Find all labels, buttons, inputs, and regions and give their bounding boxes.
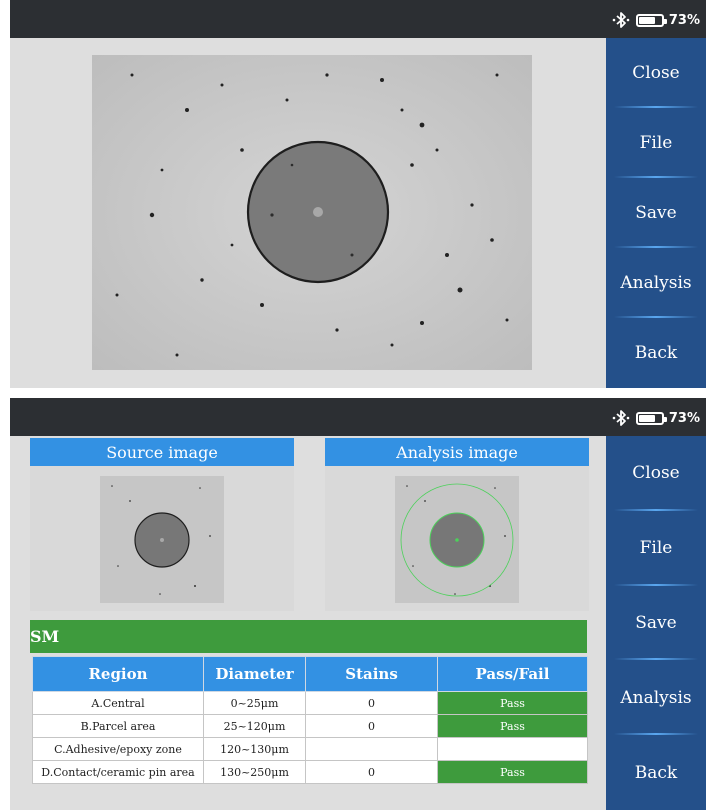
status-indicators: 73% xyxy=(611,408,700,428)
sidebar-menu: Close File Save Analysis Back xyxy=(606,436,706,810)
fiber-type-label: SM xyxy=(30,627,60,646)
fiber-view-screen: 73% Close File Save Analysis Back xyxy=(10,0,706,388)
analysis-button[interactable]: Analysis xyxy=(606,660,706,735)
column-header-stains: Stains xyxy=(305,656,438,692)
region-cell: B.Parcel area xyxy=(32,714,204,738)
source-image-panel xyxy=(30,466,294,611)
fiber-type-bar: SM xyxy=(30,620,587,653)
source-image xyxy=(100,476,224,603)
diameter-cell: 120~130μm xyxy=(203,737,306,761)
close-button[interactable]: Close xyxy=(606,436,706,511)
diameter-cell: 0~25μm xyxy=(203,691,306,715)
table-row: D.Contact/ceramic pin area 130~250μm 0 P… xyxy=(32,760,588,784)
stains-cell xyxy=(305,737,438,761)
save-button[interactable]: Save xyxy=(606,586,706,661)
bluetooth-icon xyxy=(612,12,630,28)
analysis-image-panel xyxy=(325,466,589,611)
result-cell: Pass xyxy=(437,691,588,715)
battery-percent: 73% xyxy=(668,12,700,28)
table-row: A.Central 0~25μm 0 Pass xyxy=(32,691,588,715)
status-bar: 73% xyxy=(10,398,706,436)
close-button[interactable]: Close xyxy=(606,38,706,108)
table-row: C.Adhesive/epoxy zone 120~130μm xyxy=(32,737,588,761)
diameter-cell: 130~250μm xyxy=(203,760,306,784)
table-row: B.Parcel area 25~120μm 0 Pass xyxy=(32,714,588,738)
region-cell: D.Contact/ceramic pin area xyxy=(32,760,204,784)
back-button[interactable]: Back xyxy=(606,735,706,810)
region-cell: C.Adhesive/epoxy zone xyxy=(32,737,204,761)
diameter-cell: 25~120μm xyxy=(203,714,306,738)
status-indicators: 73% xyxy=(611,10,700,30)
result-cell xyxy=(437,737,588,761)
source-image-header: Source image xyxy=(30,438,294,466)
column-header-diameter: Diameter xyxy=(203,656,306,692)
file-button[interactable]: File xyxy=(606,108,706,178)
stains-cell: 0 xyxy=(305,714,438,738)
sidebar-menu: Close File Save Analysis Back xyxy=(606,38,706,388)
battery-percent: 73% xyxy=(668,410,700,426)
file-button[interactable]: File xyxy=(606,511,706,586)
result-cell: Pass xyxy=(437,760,588,784)
stains-cell: 0 xyxy=(305,691,438,715)
stains-cell: 0 xyxy=(305,760,438,784)
analysis-screen: 73% Source image Analysis image SM Regio… xyxy=(10,398,706,810)
result-cell: Pass xyxy=(437,714,588,738)
battery-icon xyxy=(635,13,667,27)
save-button[interactable]: Save xyxy=(606,178,706,248)
column-header-region: Region xyxy=(32,656,204,692)
status-bar: 73% xyxy=(10,0,706,38)
fiber-end-face-image xyxy=(92,55,532,370)
battery-icon xyxy=(635,411,667,425)
analysis-image-header: Analysis image xyxy=(325,438,589,466)
column-header-pass-fail: Pass/Fail xyxy=(437,656,588,692)
bluetooth-icon xyxy=(612,410,630,426)
analysis-button[interactable]: Analysis xyxy=(606,248,706,318)
region-cell: A.Central xyxy=(32,691,204,715)
back-button[interactable]: Back xyxy=(606,318,706,388)
analysis-results-table: Region Diameter Stains Pass/Fail A.Centr… xyxy=(32,656,588,784)
table-header-row: Region Diameter Stains Pass/Fail xyxy=(32,656,588,692)
analysis-image xyxy=(395,476,519,603)
